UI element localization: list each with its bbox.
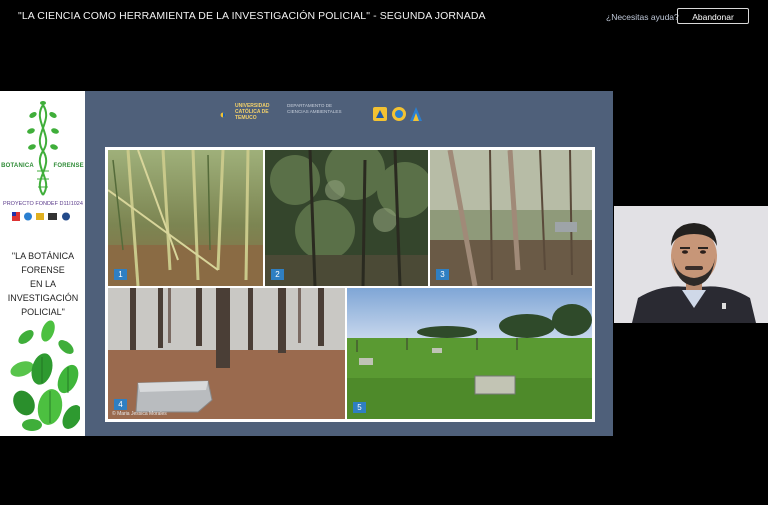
department-line: CIENCIAS AMBIENTALES [287, 109, 342, 114]
dense-forest-image [265, 150, 428, 286]
sponsor-logos [12, 212, 70, 221]
dna-leaf-logo [27, 101, 59, 196]
leaves-illustration [10, 320, 80, 431]
photo-1: 1 [108, 150, 263, 286]
photo-number-badge: 3 [436, 269, 449, 280]
photo-5: 5 [347, 288, 592, 419]
photo-number-badge: 1 [114, 269, 127, 280]
photo-collage: 1 2 3 4 © Maria Jessica Morales 5 [105, 147, 595, 422]
presentation-slide: UNIVERSIDAD CATÓLICA DE TEMUCO DEPARTAME… [85, 91, 613, 436]
university-line: TEMUCO [235, 115, 257, 121]
department-name: DEPARTAMENTO DE CIENCIAS AMBIENTALES [287, 103, 357, 115]
presenter-video-tile[interactable] [614, 206, 768, 323]
poster-quote: "LA BOTÁNICA FORENSE EN LA INVESTIGACIÓN… [4, 249, 82, 319]
photo-2: 2 [265, 150, 428, 286]
leave-button[interactable]: Abandonar [677, 8, 749, 24]
photo-4: 4 © Maria Jessica Morales [108, 288, 345, 419]
doa-logo [373, 107, 422, 121]
photo-number-badge: 2 [271, 269, 284, 280]
presenter-image [614, 206, 768, 323]
help-link[interactable]: ¿Necesitas ayuda? [606, 12, 679, 22]
photo-3: 3 [430, 150, 592, 286]
meeting-header: "LA CIENCIA COMO HERRAMIENTA DE LA INVES… [0, 0, 768, 32]
sparse-forest-image [430, 150, 592, 286]
meeting-title: "LA CIENCIA COMO HERRAMIENTA DE LA INVES… [18, 10, 486, 22]
bamboo-forest-image [108, 150, 263, 286]
grassland-image [347, 288, 592, 419]
photo-number-badge: 4 [114, 399, 127, 410]
quote-line: "LA BOTÁNICA FORENSE [11, 251, 75, 275]
university-logo [220, 112, 226, 118]
brand-word-left: BOTANICA [1, 163, 34, 169]
poster-panel: BOTANICA FORENSE PROYECTO FONDEF D11I102… [0, 91, 85, 436]
brand-word-right: FORENSE [53, 163, 84, 169]
quote-line: EN LA INVESTIGACIÓN [7, 279, 79, 303]
project-code: PROYECTO FONDEF D11I1024 [3, 201, 83, 207]
poster-brand: BOTANICA FORENSE [0, 163, 85, 169]
photo-number-badge: 5 [353, 402, 366, 413]
university-name: UNIVERSIDAD CATÓLICA DE TEMUCO [235, 103, 280, 121]
pine-plantation-image [108, 288, 345, 419]
photo-credit: © Maria Jessica Morales [112, 411, 167, 417]
